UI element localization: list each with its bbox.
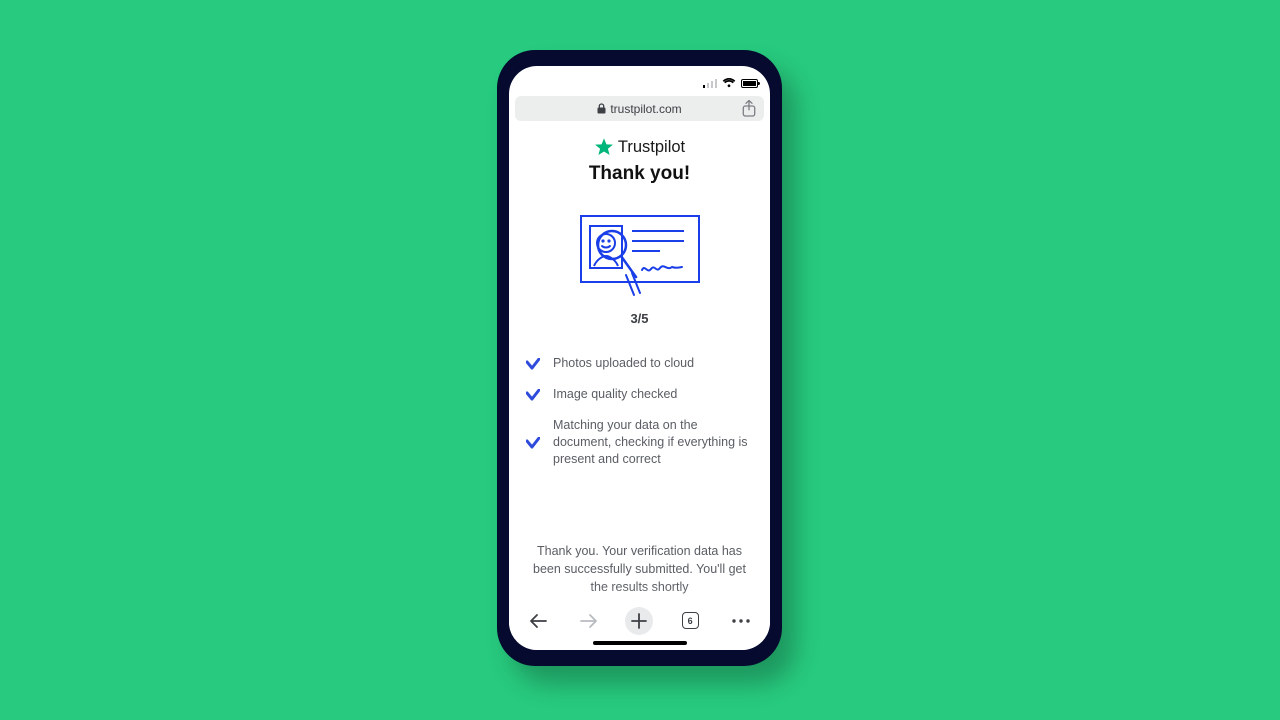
list-item-label: Matching your data on the document, chec… xyxy=(553,417,753,468)
cellular-signal-icon xyxy=(703,79,717,88)
back-button[interactable] xyxy=(524,607,552,635)
more-button[interactable] xyxy=(727,607,755,635)
footer-message: Thank you. Your verification data has be… xyxy=(523,542,756,596)
brand-name: Trustpilot xyxy=(618,138,685,157)
browser-address-bar[interactable]: trustpilot.com xyxy=(515,96,764,121)
phone-screen: trustpilot.com Trustpilot Thank you! xyxy=(509,66,770,650)
list-item: Photos uploaded to cloud xyxy=(523,348,756,379)
lock-icon xyxy=(597,103,606,114)
check-icon xyxy=(525,417,541,468)
page-title: Thank you! xyxy=(523,163,756,185)
step-counter: 3/5 xyxy=(523,311,756,326)
battery-icon xyxy=(741,79,758,88)
plus-icon xyxy=(631,613,647,629)
list-item: Matching your data on the document, chec… xyxy=(523,410,756,475)
check-icon xyxy=(525,355,541,372)
arrow-left-icon xyxy=(529,613,547,629)
progress-list: Photos uploaded to cloud Image quality c… xyxy=(523,348,756,474)
list-item: Image quality checked xyxy=(523,379,756,410)
brand-logo: Trustpilot xyxy=(523,137,756,157)
tabs-count: 6 xyxy=(682,612,699,629)
new-tab-button[interactable] xyxy=(625,607,653,635)
star-icon xyxy=(594,137,614,157)
share-icon[interactable] xyxy=(742,100,756,117)
check-icon xyxy=(525,386,541,403)
more-horizontal-icon xyxy=(732,619,750,623)
arrow-right-icon xyxy=(580,613,598,629)
list-item-label: Photos uploaded to cloud xyxy=(553,355,694,372)
forward-button[interactable] xyxy=(575,607,603,635)
tabs-button[interactable]: 6 xyxy=(676,607,704,635)
phone-frame: trustpilot.com Trustpilot Thank you! xyxy=(497,50,782,666)
wifi-icon xyxy=(722,78,736,88)
page-content: Trustpilot Thank you! 3/5 xyxy=(509,121,770,650)
home-indicator[interactable] xyxy=(593,641,687,645)
verification-illustration xyxy=(580,215,700,297)
url-host: trustpilot.com xyxy=(610,102,681,116)
status-bar xyxy=(509,66,770,90)
list-item-label: Image quality checked xyxy=(553,386,677,403)
